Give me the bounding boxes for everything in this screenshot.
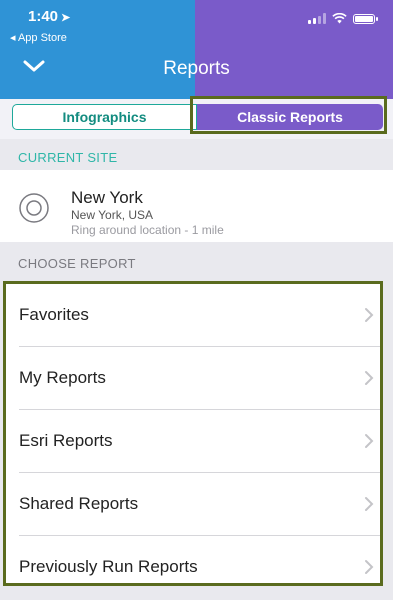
battery-icon bbox=[353, 13, 378, 24]
list-item-label: My Reports bbox=[19, 368, 106, 387]
chevron-right-icon bbox=[365, 560, 374, 574]
chevron-right-icon bbox=[365, 371, 374, 385]
report-list: Favorites My Reports Esri Reports Shared… bbox=[3, 281, 383, 586]
list-item-favorites[interactable]: Favorites bbox=[6, 284, 380, 346]
time-text: 1:40 bbox=[28, 8, 59, 25]
navigation-arrow-icon: ➤ bbox=[61, 12, 71, 24]
wifi-icon bbox=[332, 13, 347, 24]
reports-screen: 1:40 ➤ ◂ App Store Reports Infographics C… bbox=[0, 0, 393, 600]
current-site-header: CURRENT SITE bbox=[18, 150, 118, 165]
list-item-label: Shared Reports bbox=[19, 494, 139, 513]
current-site-cell[interactable]: New York New York, USA Ring around locat… bbox=[0, 170, 393, 242]
list-item-shared-reports[interactable]: Shared Reports bbox=[6, 473, 380, 535]
site-region: New York, USA bbox=[71, 208, 154, 222]
status-time: 1:40 ➤ bbox=[28, 8, 70, 25]
chevron-right-icon bbox=[365, 434, 374, 448]
status-icons bbox=[308, 13, 378, 24]
chevron-right-icon bbox=[365, 497, 374, 511]
list-item-label: Favorites bbox=[19, 305, 89, 324]
list-item-my-reports[interactable]: My Reports bbox=[6, 347, 380, 409]
list-item-label: Esri Reports bbox=[19, 431, 113, 450]
back-to-app-store-link[interactable]: ◂ App Store bbox=[10, 31, 67, 44]
target-circle-icon bbox=[19, 193, 49, 223]
choose-report-header: CHOOSE REPORT bbox=[18, 256, 136, 271]
header: 1:40 ➤ ◂ App Store Reports bbox=[0, 0, 393, 99]
chevron-right-icon bbox=[365, 308, 374, 322]
list-item-label: Previously Run Reports bbox=[19, 557, 198, 576]
list-item-previously-run-reports[interactable]: Previously Run Reports bbox=[6, 536, 380, 598]
cellular-signal-icon bbox=[308, 13, 326, 24]
tab-infographics[interactable]: Infographics bbox=[12, 104, 197, 130]
page-title: Reports bbox=[163, 58, 230, 79]
site-description: Ring around location - 1 mile bbox=[71, 223, 224, 237]
site-name: New York bbox=[71, 188, 143, 207]
list-item-esri-reports[interactable]: Esri Reports bbox=[6, 410, 380, 472]
tab-classic-reports[interactable]: Classic Reports bbox=[197, 104, 383, 130]
